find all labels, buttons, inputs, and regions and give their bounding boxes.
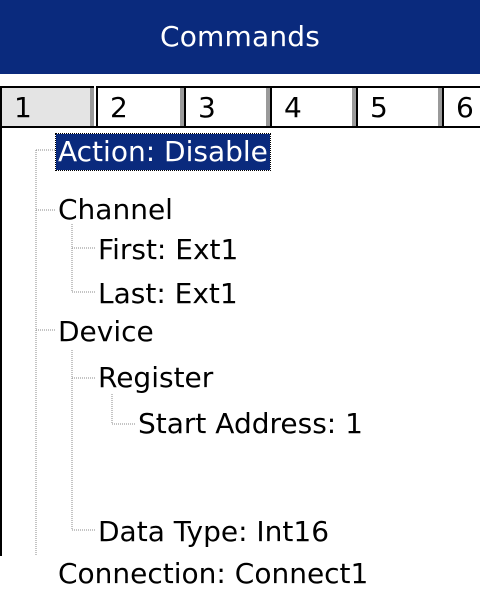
title-bar: Commands — [0, 0, 480, 74]
command-tree[interactable]: Action: Disable Channel First: Ext1 Last… — [2, 128, 480, 590]
tree-item-connection[interactable]: Connection: Connect1 — [58, 556, 368, 592]
tab-3-label: 3 — [198, 91, 216, 124]
tree-panel[interactable]: Action: Disable Channel First: Ext1 Last… — [0, 128, 480, 590]
window-title: Commands — [159, 20, 321, 53]
tree-item-channel-last[interactable]: Last: Ext1 — [98, 276, 238, 312]
tab-4-label: 4 — [284, 91, 302, 124]
tab-4[interactable]: 4 — [270, 86, 356, 126]
tree-item-action[interactable]: Action: Disable — [55, 133, 271, 171]
tab-6-label: 6 — [456, 91, 474, 124]
tree-item-start-address[interactable]: Start Address: 1 — [138, 406, 363, 442]
tab-6[interactable]: 6 — [442, 86, 480, 126]
tree-item-data-type[interactable]: Data Type: Int16 — [98, 514, 329, 550]
tab-2[interactable]: 2 — [96, 86, 184, 126]
tree-item-channel-first[interactable]: First: Ext1 — [98, 232, 238, 268]
tab-1[interactable]: 1 — [0, 86, 94, 126]
tab-2-label: 2 — [110, 91, 128, 124]
tab-5-label: 5 — [370, 91, 388, 124]
tab-5[interactable]: 5 — [356, 86, 442, 126]
tree-item-channel[interactable]: Channel — [58, 192, 173, 228]
tab-1-label: 1 — [14, 91, 32, 124]
tab-3[interactable]: 3 — [184, 86, 270, 126]
tree-item-device[interactable]: Device — [58, 314, 154, 350]
tree-item-register[interactable]: Register — [98, 360, 213, 396]
